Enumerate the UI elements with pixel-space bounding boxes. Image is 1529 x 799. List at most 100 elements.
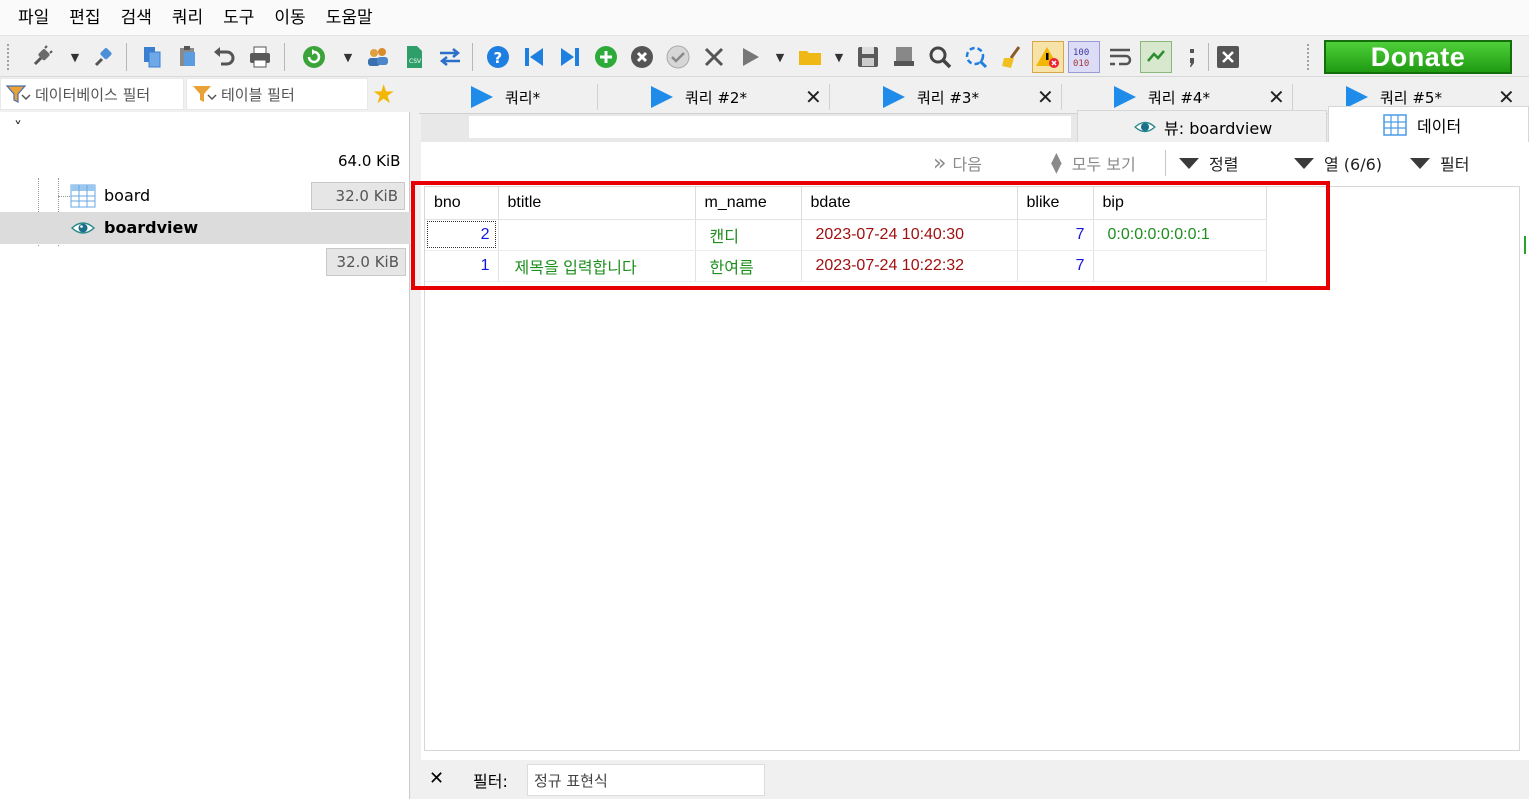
show-all-button[interactable]: ▲ ▼ 모두 보기 — [1051, 148, 1136, 178]
database-tree-panel: 데이터베이스 필터 테이블 필터 ★ ˅ 64.0 KiB board 32.0… — [0, 78, 410, 799]
grid-info-label — [423, 150, 645, 174]
menu-tools[interactable]: 도구 — [213, 0, 264, 36]
menu-bar: 파일 편집 검색 쿼리 도구 이동 도움말 — [0, 0, 1529, 36]
menu-edit[interactable]: 편집 — [59, 0, 110, 36]
up-down-arrows-icon: ▲ ▼ — [1051, 150, 1062, 176]
tab-query-4[interactable]: 쿼리 #4* ✕ — [1114, 82, 1294, 112]
tab-label: 데이터 — [1417, 116, 1462, 136]
filter-label: 필터 — [1440, 155, 1470, 174]
chevron-down-icon[interactable]: ▼ — [341, 49, 355, 65]
data-grid-icon — [1383, 113, 1407, 136]
first-record-icon[interactable] — [518, 41, 550, 73]
next-label: 다음 — [952, 155, 982, 174]
chevron-down-icon[interactable]: ▼ — [68, 49, 82, 65]
show-all-label: 모두 보기 — [1071, 155, 1136, 174]
cancel-x-icon[interactable] — [698, 41, 730, 73]
menu-go[interactable]: 이동 — [264, 0, 315, 36]
favorite-star-icon[interactable]: ★ — [372, 80, 402, 110]
add-record-icon[interactable] — [590, 41, 622, 73]
print-icon[interactable] — [244, 41, 276, 73]
highlight-box — [411, 181, 1330, 290]
tab-query-2[interactable]: 쿼리 #2* ✕ — [651, 82, 831, 112]
columns-label: 열 (6/6) — [1324, 155, 1383, 174]
delete-record-icon[interactable] — [626, 41, 658, 73]
menu-help[interactable]: 도움말 — [316, 0, 383, 36]
app-window: 파일 편집 검색 쿼리 도구 이동 도움말 ▼ ▼ CSV ? ▼ ▼ 100 … — [0, 0, 1529, 799]
tab-label: 쿼리 #3* — [917, 88, 979, 107]
tab-query-3[interactable]: 쿼리 #3* ✕ — [883, 82, 1063, 112]
table-filter-input[interactable]: 테이블 필터 — [186, 78, 368, 110]
main-toolbar: ▼ ▼ CSV ? ▼ ▼ 100 010 — [0, 37, 1529, 77]
tree-item-label: board — [104, 186, 151, 205]
post-check-icon[interactable] — [662, 41, 694, 73]
toolbar-grip[interactable] — [6, 43, 10, 71]
next-button[interactable]: » 다음 — [933, 148, 982, 178]
close-icon[interactable]: ✕ — [1037, 85, 1054, 109]
warning-toggle-icon[interactable] — [1032, 41, 1064, 73]
table-size: 32.0 KiB — [311, 182, 405, 210]
filter-label: 필터: — [473, 772, 508, 791]
sync-arrows-icon[interactable] — [434, 41, 466, 73]
connect-plug-icon[interactable] — [26, 41, 58, 73]
columns-triangle-icon — [1294, 157, 1314, 169]
filter-funnel-icon — [5, 85, 31, 103]
play-icon — [1114, 86, 1136, 108]
save-disk-icon[interactable] — [852, 41, 884, 73]
binary-toggle-icon[interactable]: 100 010 — [1068, 41, 1100, 73]
paste-icon[interactable] — [172, 41, 204, 73]
copy-icon[interactable] — [136, 41, 168, 73]
tree-item-board[interactable]: board 32.0 KiB — [0, 180, 410, 212]
close-filter-icon[interactable]: ✕ — [429, 768, 444, 789]
double-chevron-right-icon: » — [933, 150, 947, 176]
csv-export-icon[interactable]: CSV — [398, 41, 430, 73]
toolbar-grip[interactable] — [1306, 43, 1310, 71]
last-record-icon[interactable] — [554, 41, 586, 73]
user-manager-icon[interactable] — [362, 41, 394, 73]
table-icon — [70, 184, 96, 208]
sort-triangle-icon — [1179, 157, 1199, 169]
chevron-down-icon[interactable]: ▼ — [773, 49, 787, 65]
disconnect-plug-icon[interactable] — [88, 41, 120, 73]
broom-clear-icon[interactable] — [996, 41, 1028, 73]
search-icon[interactable] — [924, 41, 956, 73]
filter-funnel-icon — [193, 86, 217, 102]
tree-item-boardview[interactable]: boardview — [0, 212, 410, 244]
menu-query[interactable]: 쿼리 — [162, 0, 213, 36]
database-filter-input[interactable]: 데이터베이스 필터 — [0, 78, 184, 110]
semicolon-icon[interactable] — [1176, 41, 1208, 73]
close-tab-icon[interactable] — [1212, 41, 1244, 73]
tab-view-definition[interactable]: 뷰: boardview — [1077, 110, 1327, 142]
close-icon[interactable]: ✕ — [1268, 85, 1285, 109]
help-icon[interactable]: ? — [482, 41, 514, 73]
table-filter-placeholder: 테이블 필터 — [221, 85, 295, 104]
menu-file[interactable]: 파일 — [8, 0, 59, 36]
regex-filter-input[interactable]: 정규 표현식 — [527, 764, 765, 796]
autocomplete-toggle-icon[interactable] — [1140, 41, 1172, 73]
tab-query-1[interactable]: 쿼리* — [471, 82, 540, 112]
play-icon — [883, 86, 905, 108]
svg-text:?: ? — [494, 49, 503, 67]
tab-data[interactable]: 데이터 — [1328, 106, 1529, 142]
expand-chevron-icon[interactable]: ˅ — [14, 118, 22, 137]
refresh-icon[interactable] — [298, 41, 330, 73]
scroll-marker — [1524, 236, 1526, 254]
view-size: 32.0 KiB — [326, 248, 406, 276]
donate-button[interactable]: Donate — [1324, 40, 1512, 74]
menu-search[interactable]: 검색 — [111, 0, 162, 36]
grid-filter-button[interactable]: 필터 — [1410, 148, 1469, 178]
find-replace-icon[interactable] — [960, 41, 992, 73]
word-wrap-icon[interactable] — [1104, 41, 1136, 73]
run-query-icon[interactable] — [734, 41, 766, 73]
grid-filter-bar: ✕ 필터: 정규 표현식 — [411, 760, 1529, 799]
filter-triangle-icon — [1410, 157, 1430, 169]
load-sql-icon[interactable] — [888, 41, 920, 73]
open-folder-icon[interactable] — [794, 41, 826, 73]
chevron-down-icon[interactable]: ▼ — [832, 49, 846, 65]
play-icon — [651, 86, 673, 108]
sort-button[interactable]: 정렬 — [1179, 148, 1238, 178]
close-icon[interactable]: ✕ — [805, 85, 822, 109]
play-icon — [471, 86, 493, 108]
sort-label: 정렬 — [1209, 155, 1239, 174]
undo-icon[interactable] — [208, 41, 240, 73]
columns-button[interactable]: 열 (6/6) — [1294, 148, 1382, 178]
